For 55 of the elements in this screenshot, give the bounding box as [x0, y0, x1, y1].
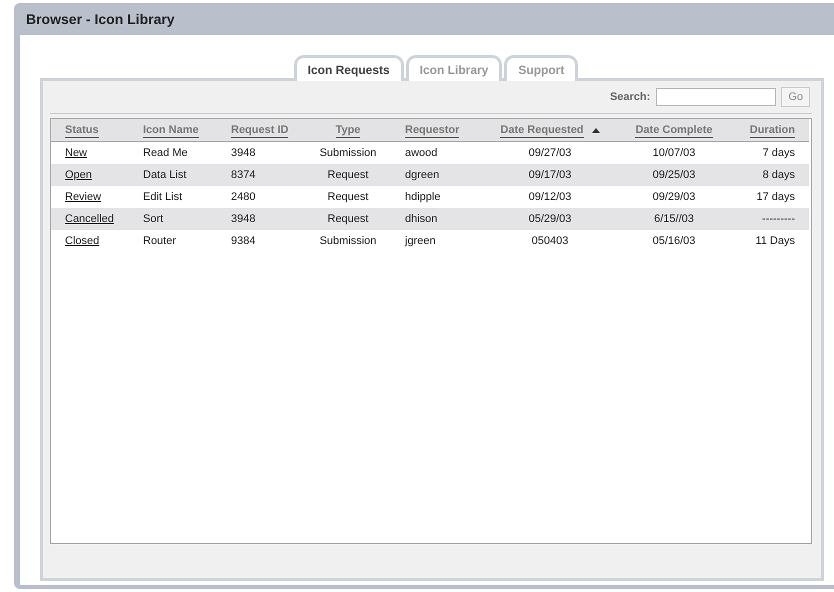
column-header[interactable]: Date Complete [635, 124, 713, 138]
status-link[interactable]: Open [65, 169, 92, 181]
column-header[interactable]: Request ID [231, 124, 288, 138]
column-header[interactable]: Duration [750, 124, 795, 138]
status-link[interactable]: Review [65, 191, 102, 203]
table-cell: Request [328, 213, 368, 225]
search-field[interactable] [656, 88, 776, 106]
search-label: Search: [610, 91, 650, 103]
tab[interactable]: Support [504, 55, 578, 81]
column-header[interactable]: Requestor [405, 124, 460, 138]
table-cell: 7 days [762, 147, 795, 159]
table-cell: 09/17/03 [528, 169, 572, 181]
table-cell: dgreen [405, 169, 440, 181]
status-link[interactable]: Cancelled [65, 213, 114, 225]
table-cell: dhison [405, 213, 438, 225]
table-cell: 09/12/03 [528, 191, 572, 203]
table-cell: 3948 [231, 147, 256, 159]
table-cell: 6/15//03 [654, 213, 694, 225]
status-link[interactable]: Closed [65, 235, 100, 247]
column-header[interactable]: Icon Name [143, 124, 199, 138]
column-header[interactable]: Date Requested [500, 124, 584, 138]
table-cell: --------- [762, 213, 795, 225]
table-cell: Submission [320, 235, 376, 247]
table-cell: 2480 [231, 191, 256, 203]
table-cell: 3948 [231, 213, 256, 225]
table-cell: 8 days [762, 169, 795, 181]
table-cell: 05/16/03 [652, 235, 696, 247]
tab[interactable]: Icon Requests [294, 55, 404, 81]
window-title: Browser - Icon Library [26, 11, 175, 27]
column-header[interactable]: Status [65, 124, 99, 138]
table-cell: 17 days [756, 191, 795, 203]
table-cell: 050403 [532, 235, 568, 247]
table-cell: 09/29/03 [652, 191, 696, 203]
table-cell: 8374 [231, 169, 256, 181]
table-cell: Data List [143, 169, 186, 181]
status-link[interactable]: New [65, 147, 88, 159]
table-cell: awood [405, 147, 438, 159]
table-cell: 11 Days [755, 235, 795, 247]
table-cell: 10/07/03 [652, 147, 696, 159]
table-cell: 9384 [231, 235, 256, 247]
go-button[interactable]: Go [781, 87, 810, 107]
tab[interactable]: Icon Library [406, 55, 502, 81]
table-cell: 09/27/03 [528, 147, 572, 159]
table-cell: Read Me [143, 147, 188, 159]
table-cell: Submission [320, 147, 376, 159]
table-cell: 05/29/03 [528, 213, 572, 225]
table-cell: Request [328, 191, 368, 203]
table-cell: Request [328, 169, 368, 181]
table-cell: 09/25/03 [652, 169, 696, 181]
table-cell: jgreen [405, 235, 436, 247]
table-cell: hdipple [405, 191, 440, 203]
table-cell: Sort [143, 213, 164, 225]
table-cell: Edit List [143, 191, 182, 203]
table-cell: Router [143, 235, 176, 247]
column-header[interactable]: Type [336, 124, 360, 138]
